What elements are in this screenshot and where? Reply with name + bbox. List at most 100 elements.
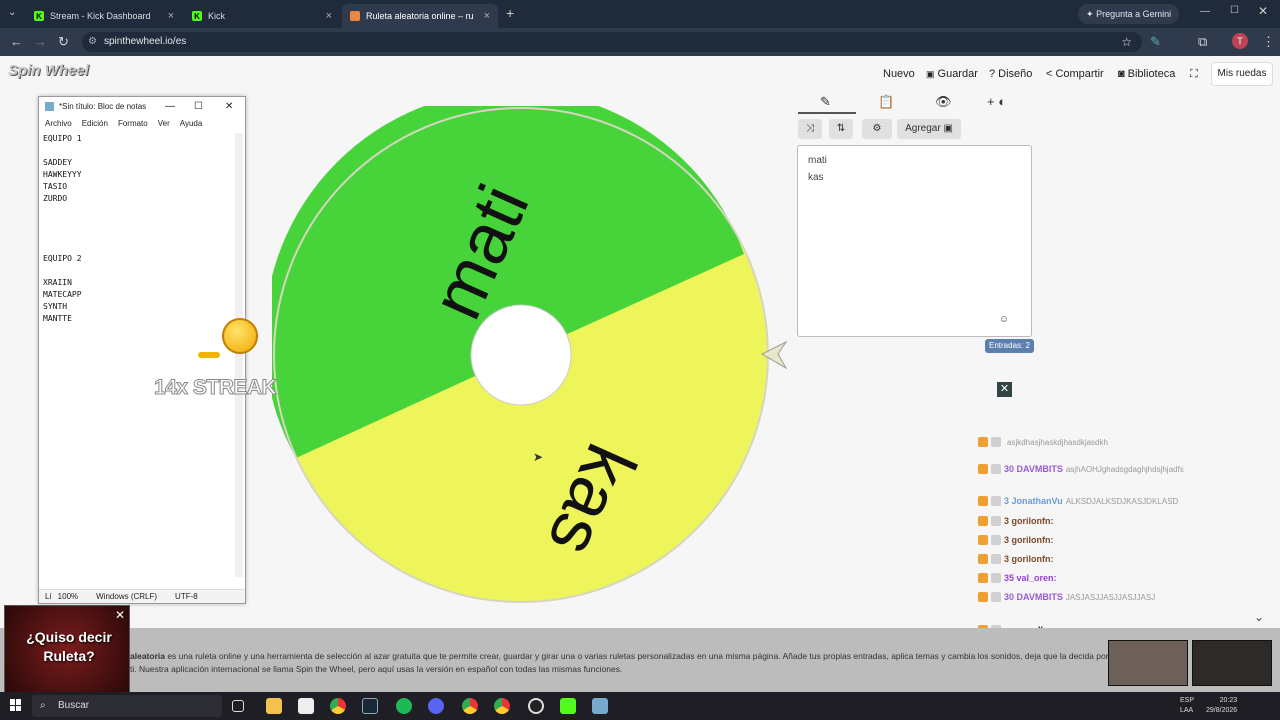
- chat-badge-icon: [978, 437, 988, 447]
- tab-hide-eye-icon[interactable]: 👁: [935, 94, 952, 110]
- kick-app-icon[interactable]: [560, 698, 576, 714]
- tab-ruleta[interactable]: Ruleta aleatoria online – ru ×: [342, 4, 498, 28]
- notepad-scrollbar[interactable]: [235, 133, 243, 577]
- language-indicator[interactable]: ESP LAA: [1180, 696, 1194, 716]
- menu-ayuda[interactable]: Ayuda: [180, 117, 203, 131]
- menu-archivo[interactable]: Archivo: [45, 117, 72, 131]
- menu-label: Compartir: [1055, 68, 1104, 80]
- obs-icon[interactable]: [528, 698, 544, 714]
- close-icon[interactable]: ✕: [115, 608, 125, 622]
- chat-badge-icon: [991, 516, 1001, 526]
- close-icon[interactable]: ✕: [225, 97, 233, 117]
- menu-nuevo[interactable]: Nuevo: [883, 68, 915, 80]
- extensions-puzzle-icon[interactable]: ⧉: [1198, 34, 1207, 50]
- capcut-icon[interactable]: [298, 698, 314, 714]
- chat-message: 3 gorilonfn:: [978, 535, 1057, 545]
- chat-message: asjkdhasjhaskdjhasdkjasdkh: [978, 437, 1108, 447]
- clock[interactable]: 20:23 29/8/2026: [1206, 696, 1237, 716]
- notepad-statusbar: Lí 100% Windows (CRLF) UTF-8: [39, 589, 245, 603]
- gemini-icon: ✦: [1086, 9, 1094, 19]
- new-tab-button[interactable]: +: [506, 5, 514, 21]
- notepad-menubar: Archivo Edición Formato Ver Ayuda: [39, 117, 245, 131]
- extension-icon[interactable]: ✎: [1150, 34, 1161, 50]
- gemini-button[interactable]: ✦ Pregunta a Gemini: [1078, 4, 1180, 24]
- windows-start-icon[interactable]: [10, 699, 22, 711]
- chat-text: asjkdhasjhaskdjhasdkjasdkh: [1007, 437, 1108, 447]
- notepad-window[interactable]: *Sin título: Bloc de notas — ☐ ✕ Archivo…: [38, 96, 246, 604]
- windows-taskbar: ⌕ Buscar ESP LAA 20:23 29/8/2026: [0, 692, 1280, 720]
- steam-icon[interactable]: [362, 698, 378, 714]
- tab-entries-edit[interactable]: ✎: [820, 94, 831, 110]
- menu-ver[interactable]: Ver: [158, 117, 170, 131]
- chat-text: JASJASJJASJJASJJASJ: [1065, 592, 1156, 602]
- scroll-down-icon[interactable]: ⌄: [1254, 610, 1264, 624]
- notepad-text-area[interactable]: EQUIPO 1 SADDEY HAWKEYYY TASIO ZURDO EQU…: [43, 133, 82, 325]
- tab-add-wheel-icon[interactable]: + ◐: [987, 94, 1006, 109]
- emoji-picker-icon[interactable]: ☺: [999, 311, 1009, 328]
- minimize-window-icon[interactable]: —: [1200, 6, 1210, 17]
- task-view-icon[interactable]: [232, 700, 244, 712]
- fullscreen-icon[interactable]: ⛶: [1190, 68, 1198, 81]
- site-logo[interactable]: Spin Wheel: [8, 62, 89, 79]
- chat-username: 35 val_oren:: [1004, 573, 1057, 583]
- tab-kick-dashboard[interactable]: K Stream - Kick Dashboard ×: [26, 4, 182, 28]
- close-tab-icon[interactable]: ×: [484, 10, 490, 22]
- menu-guardar[interactable]: ▣ Guardar: [926, 68, 978, 80]
- tab-kick[interactable]: K Kick ×: [184, 4, 340, 28]
- add-image-button[interactable]: Agregar ▣: [897, 119, 961, 139]
- maximize-icon[interactable]: ☐: [194, 97, 203, 117]
- entry-item: mati: [808, 155, 827, 166]
- notepad-app-icon[interactable]: [592, 698, 608, 714]
- close-tab-icon[interactable]: ×: [168, 10, 174, 22]
- menu-biblioteca[interactable]: ◙ Biblioteca: [1118, 68, 1175, 80]
- settings-gear-icon[interactable]: ⚙: [862, 119, 892, 139]
- chrome-alt-icon[interactable]: [494, 698, 510, 714]
- share-icon: <: [1046, 68, 1053, 80]
- back-icon[interactable]: ←: [10, 34, 23, 49]
- spin-wheel[interactable]: mati kas: [272, 106, 770, 604]
- menu-formato[interactable]: Formato: [118, 117, 148, 131]
- url-field[interactable]: ⚙ spinthewheel.io/es ☆: [82, 32, 1142, 52]
- browser-menu-icon[interactable]: ⋮: [1262, 34, 1275, 50]
- discord-icon[interactable]: [428, 698, 444, 714]
- image-icon: ▣: [943, 123, 953, 134]
- chat-message: 3 gorilonfn:: [978, 554, 1057, 564]
- chat-badge-icon: [978, 496, 988, 506]
- site-info-icon[interactable]: ⚙: [88, 32, 97, 52]
- bookmark-star-icon[interactable]: ☆: [1121, 32, 1132, 52]
- notepad-titlebar[interactable]: *Sin título: Bloc de notas — ☐ ✕: [39, 97, 245, 117]
- close-overlay-icon[interactable]: ✕: [997, 382, 1012, 397]
- library-icon: ◙: [1118, 68, 1125, 80]
- sort-button[interactable]: ⇅: [829, 119, 853, 139]
- menu-compartir[interactable]: < Compartir: [1046, 68, 1104, 80]
- chrome-icon[interactable]: [330, 698, 346, 714]
- close-window-icon[interactable]: ✕: [1258, 4, 1268, 18]
- entries-textarea[interactable]: mati kas ☺: [797, 145, 1032, 337]
- tab-results-clipboard-icon[interactable]: 📋: [878, 94, 894, 110]
- status-line-ending: Windows (CRLF): [96, 592, 158, 601]
- roulette-popup[interactable]: ¿Quiso decir Ruleta? ✕: [4, 605, 130, 693]
- menu-label: Guardar: [937, 68, 978, 80]
- chat-badge-icon: [991, 573, 1001, 583]
- shuffle-button[interactable]: ⤨: [798, 119, 822, 139]
- webcam-feed-right: [1192, 640, 1272, 686]
- chrome-profile-icon[interactable]: [462, 698, 478, 714]
- profile-avatar[interactable]: T: [1232, 33, 1248, 49]
- tab-list-icon[interactable]: ⌄: [8, 7, 16, 18]
- close-tab-icon[interactable]: ×: [326, 10, 332, 22]
- taskbar-search[interactable]: ⌕ Buscar: [32, 695, 222, 717]
- mis-ruedas-button[interactable]: Mis ruedas: [1211, 62, 1273, 86]
- reload-icon[interactable]: ↻: [58, 34, 69, 50]
- search-placeholder: Buscar: [58, 700, 90, 711]
- file-explorer-icon[interactable]: [266, 698, 282, 714]
- maximize-window-icon[interactable]: ☐: [1230, 5, 1239, 16]
- menu-edicion[interactable]: Edición: [82, 117, 108, 131]
- notepad-title: *Sin título: Bloc de notas: [59, 102, 147, 111]
- spotify-icon[interactable]: [396, 698, 412, 714]
- mouse-cursor-icon: ➤: [533, 450, 544, 464]
- minimize-icon[interactable]: —: [165, 97, 175, 117]
- status-encoding: UTF-8: [175, 592, 198, 601]
- forward-icon[interactable]: →: [34, 34, 47, 49]
- streak-motion-icon: [198, 352, 220, 358]
- menu-diseno[interactable]: ? Diseño: [989, 68, 1032, 80]
